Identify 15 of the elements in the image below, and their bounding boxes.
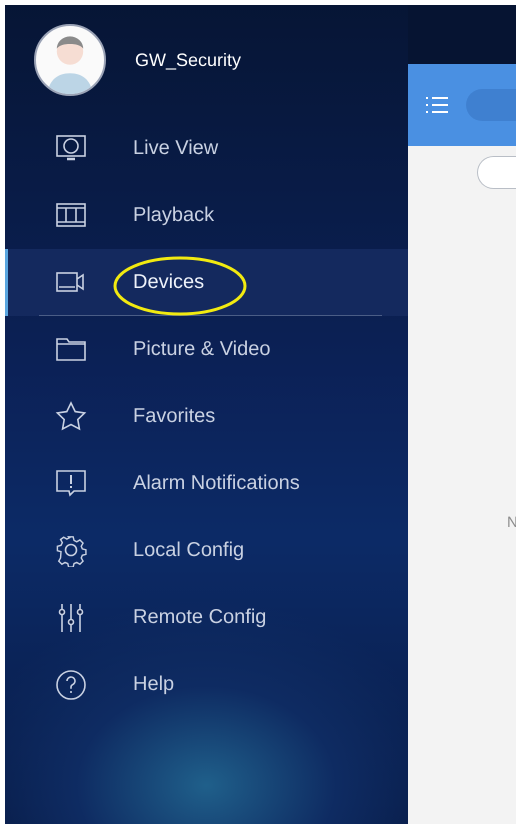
menu-icon[interactable] (426, 96, 448, 114)
menu-item[interactable]: Remote Config (5, 584, 408, 651)
help-icon (55, 668, 87, 700)
menu-item[interactable]: Help (5, 651, 408, 718)
gear-icon (55, 534, 87, 566)
menu-item[interactable]: Alarm Notifications (5, 450, 408, 517)
star-icon (55, 400, 87, 432)
menu-item[interactable]: Picture & Video (5, 316, 408, 383)
menu-item[interactable]: Local Config (5, 517, 408, 584)
alert-message-icon (55, 468, 87, 500)
menu-item[interactable]: Favorites (5, 383, 408, 450)
menu-item[interactable]: Devices (5, 249, 408, 316)
menu-item[interactable]: Live View (5, 115, 408, 182)
menu-item[interactable]: Playback (5, 182, 408, 249)
username: GW_Security (135, 50, 242, 70)
